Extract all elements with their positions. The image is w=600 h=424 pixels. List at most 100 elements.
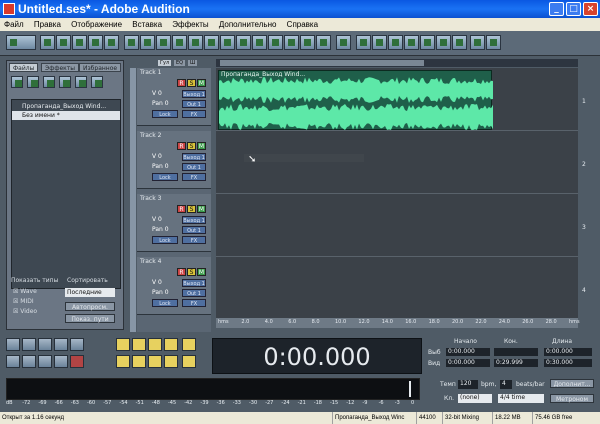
output-button[interactable]: Out 1 — [182, 163, 206, 171]
pan-label[interactable]: Pan 0 — [152, 226, 169, 234]
volume-label[interactable]: V 0 — [152, 153, 162, 161]
fast-forward-icon[interactable] — [38, 355, 52, 368]
lock-button[interactable]: Lock — [152, 173, 178, 181]
mute-button[interactable]: M — [197, 268, 206, 276]
wave-icon[interactable] — [372, 35, 387, 50]
volume-label[interactable]: V 0 — [152, 216, 162, 224]
help-icon[interactable] — [91, 76, 103, 88]
import-icon[interactable] — [11, 76, 23, 88]
view-end-field[interactable]: 0:29.999 — [494, 359, 538, 367]
insert-icon[interactable] — [59, 76, 71, 88]
output-button[interactable]: Out 1 — [182, 100, 206, 108]
menu-options[interactable]: Дополнительно — [215, 20, 281, 29]
snap-icon[interactable] — [336, 35, 351, 50]
analysis-icon[interactable] — [420, 35, 435, 50]
minimize-icon[interactable]: _ — [549, 2, 564, 16]
track-name[interactable]: Track 4 — [140, 258, 161, 265]
loop-play-icon[interactable] — [70, 338, 84, 351]
fx-button[interactable]: FX — [182, 299, 206, 307]
tab-eq[interactable]: EQ — [174, 60, 186, 66]
frequency-icon[interactable] — [388, 35, 403, 50]
record-icon[interactable] — [204, 35, 219, 50]
multitrack-timeline[interactable]: Пропаганда_Выход Wind... ➘ — [216, 68, 578, 320]
tab-effects[interactable]: Эффекты — [41, 63, 79, 72]
pause-icon[interactable] — [38, 338, 52, 351]
track-name[interactable]: Track 2 — [140, 132, 161, 139]
split-icon[interactable] — [300, 35, 315, 50]
play-to-end-icon[interactable] — [54, 338, 68, 351]
track-lane[interactable] — [216, 257, 578, 320]
metronome-icon[interactable] — [486, 35, 501, 50]
tab-volume[interactable]: Гул — [158, 60, 172, 66]
settings-icon[interactable] — [436, 35, 451, 50]
view-length-field[interactable]: 0:30.000 — [544, 359, 592, 367]
zoom-left-icon[interactable] — [116, 355, 130, 368]
overview-range[interactable] — [220, 60, 424, 66]
volume-label[interactable]: V 0 — [152, 90, 162, 98]
zoom-in-vertical-icon[interactable] — [182, 338, 196, 351]
zoom-out-icon[interactable] — [132, 338, 146, 351]
open-file-icon[interactable] — [56, 35, 71, 50]
copy-icon[interactable] — [236, 35, 251, 50]
go-end-icon[interactable] — [54, 355, 68, 368]
tab-favorites[interactable]: Избранное — [79, 63, 122, 72]
solo-button[interactable]: S — [187, 268, 196, 276]
audio-clip[interactable]: Пропаганда_Выход Wind... — [218, 70, 493, 130]
time-ruler[interactable]: hms 2.0 4.0 6.0 8.0 10.0 12.0 14.0 16.0 18.0 20.0 2… — [216, 318, 580, 328]
menu-file[interactable]: Файл — [0, 20, 28, 29]
input-button[interactable]: Выход 1 — [182, 279, 206, 287]
volume-label[interactable]: V 0 — [152, 279, 162, 287]
pan-label[interactable]: Pan 0 — [152, 100, 169, 108]
preview-icon[interactable] — [356, 35, 371, 50]
edit-view-icon[interactable] — [6, 35, 36, 50]
close-icon[interactable]: × — [583, 2, 598, 16]
input-button[interactable]: Выход 1 — [182, 153, 206, 161]
lock-icon[interactable] — [172, 35, 187, 50]
selection-length-field[interactable]: 0:00.000 — [544, 348, 592, 356]
record-arm-button[interactable]: R — [177, 268, 186, 276]
paste-icon[interactable] — [252, 35, 267, 50]
menu-help[interactable]: Справка — [283, 20, 322, 29]
lock-button[interactable]: Lock — [152, 110, 178, 118]
mix-icon[interactable] — [140, 35, 155, 50]
track-lane[interactable] — [216, 131, 578, 194]
time-signature-select[interactable]: 4/4 time — [498, 394, 544, 403]
list-item[interactable]: Без имени * — [12, 111, 120, 120]
track-name[interactable]: Track 1 — [140, 69, 161, 76]
pan-label[interactable]: Pan 0 — [152, 163, 169, 171]
lock-button[interactable]: Lock — [152, 236, 178, 244]
menu-view[interactable]: Отображение — [67, 20, 126, 29]
vertical-zoom-bar[interactable] — [130, 68, 136, 332]
maximize-icon[interactable]: □ — [566, 2, 581, 16]
metronome-button[interactable]: Метроном — [550, 394, 594, 403]
zoom-full-icon[interactable] — [148, 338, 162, 351]
type-video[interactable]: ☒ Video — [13, 308, 37, 315]
list-item[interactable]: Пропаганда_Выход Wind... — [12, 102, 120, 111]
record-arm-button[interactable]: R — [177, 142, 186, 150]
beats-field[interactable]: 4 — [500, 380, 512, 389]
mute-button[interactable]: M — [197, 205, 206, 213]
selection-end-field[interactable] — [494, 348, 538, 356]
spectral-icon[interactable] — [404, 35, 419, 50]
loop-icon[interactable] — [156, 35, 171, 50]
track-view-icon[interactable] — [452, 35, 467, 50]
autoplay-button[interactable]: Автопросм. — [65, 302, 115, 311]
zoom-end-icon[interactable] — [164, 355, 178, 368]
save-all-icon[interactable] — [88, 35, 103, 50]
selection-start-field[interactable]: 0:00.000 — [446, 348, 490, 356]
mute-button[interactable]: M — [197, 142, 206, 150]
tab-bus[interactable]: Ш — [188, 60, 198, 66]
zoom-right-icon[interactable] — [132, 355, 146, 368]
edit-file-icon[interactable] — [43, 76, 55, 88]
sort-select[interactable]: Последние — [65, 288, 115, 297]
new-file-icon[interactable] — [40, 35, 55, 50]
overview-bar[interactable] — [216, 59, 578, 67]
view-start-field[interactable]: 0:00.000 — [446, 359, 490, 367]
solo-button[interactable]: S — [187, 142, 196, 150]
zoom-in-icon[interactable] — [116, 338, 130, 351]
zoom-start-icon[interactable] — [148, 355, 162, 368]
lock-button[interactable]: Lock — [152, 299, 178, 307]
fx-button[interactable]: FX — [182, 110, 206, 118]
delete-icon[interactable] — [268, 35, 283, 50]
cut-icon[interactable] — [220, 35, 235, 50]
